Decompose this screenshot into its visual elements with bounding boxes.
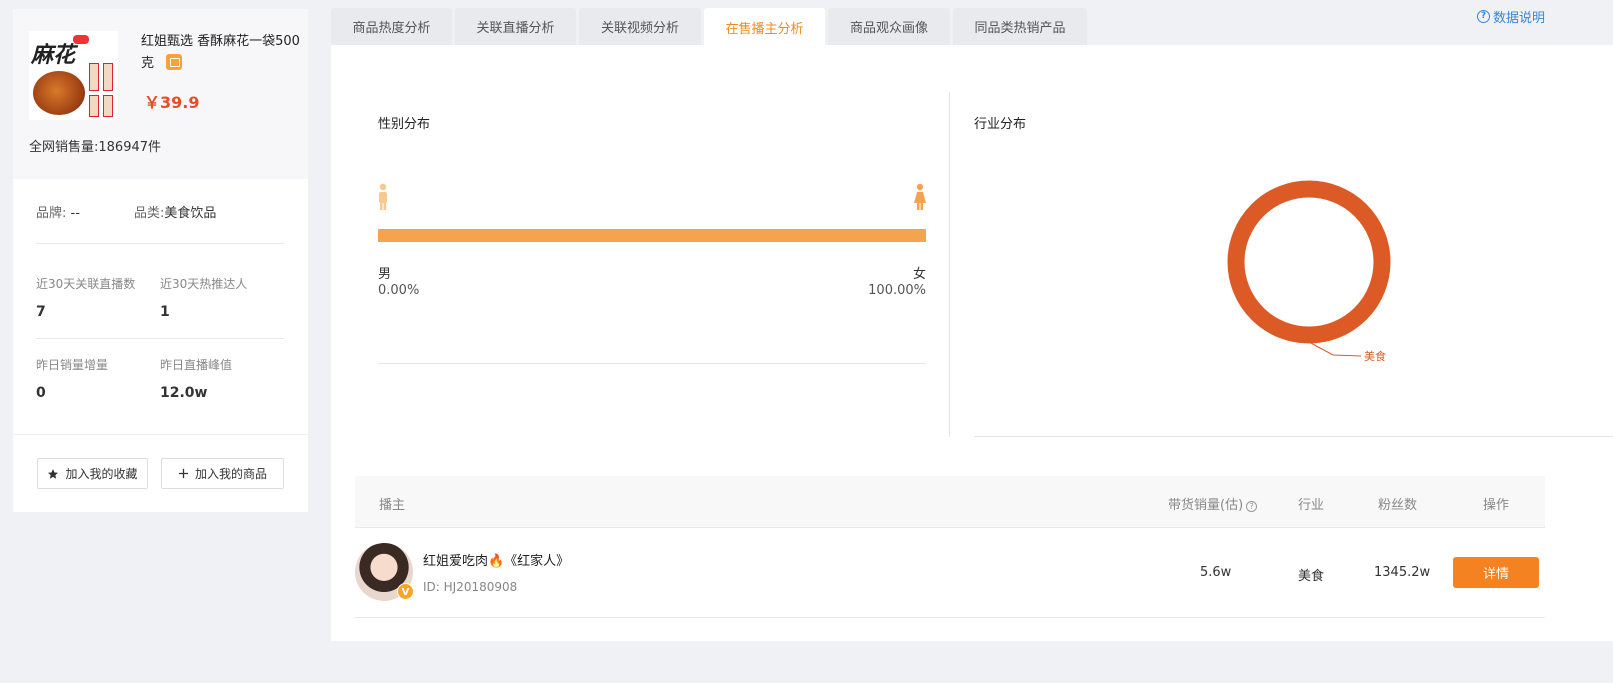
col-fans: 粉丝数 [1378,498,1418,513]
male-icon [379,183,387,210]
total-sales: 全网销售量:186947件 [29,136,161,155]
brand-value: -- [70,206,80,221]
stat-hot-influencers-value: 1 [160,304,170,320]
col-sales: 带货销量(估)? [1168,494,1258,513]
tab-live-analysis[interactable]: 关联直播分析 [455,8,576,45]
female-percent: 100.00% [868,283,926,298]
anchor-fans: 1345.2w [1374,565,1431,580]
stat-live-count-label: 近30天关联直播数 [36,277,136,291]
female-icon [914,183,926,210]
detail-button[interactable]: 详情 [1453,557,1539,588]
male-label: 男 [378,267,392,282]
product-summary: 麻花 红姐甄选 香酥麻花一袋500克 ￥39.9 全网销售量:186947件 [13,9,308,179]
brand-label: 品牌: [36,206,67,221]
gender-title: 性别分布 [378,117,431,132]
stat-sales-increase-value: 0 [36,385,46,401]
total-sales-label: 全网销售量: [29,140,99,155]
product-image-logo: 麻花 [31,42,76,68]
star-icon [48,468,59,479]
tab-video-analysis[interactable]: 关联视频分析 [579,8,701,45]
industry-leader-line [1308,341,1362,357]
add-product-label: 加入我的商品 [194,467,267,481]
question-icon[interactable]: ? [1246,501,1258,512]
industry-slice-label: 美食 [1364,349,1386,363]
male-percent: 0.00% [378,283,420,298]
divider [378,363,926,364]
tab-heat-analysis[interactable]: 商品热度分析 [331,8,452,45]
divider [13,434,308,435]
stat-live-peak-value: 12.0w [160,385,208,401]
industry-title: 行业分布 [974,117,1027,132]
add-product-button[interactable]: 加入我的商品 [161,458,284,489]
brand-meta: 品牌: -- [36,202,80,221]
divider [36,243,284,244]
question-icon: ? [1477,10,1490,23]
total-sales-value: 186947件 [98,140,162,155]
col-industry: 行业 [1298,498,1325,513]
female-label: 女 [912,267,926,282]
plus-icon [178,468,189,479]
product-name[interactable]: 红姐甄选 香酥麻花一袋500克 [141,31,301,75]
col-sales-label: 带货销量(估) [1168,498,1244,513]
tab-audience-portrait[interactable]: 商品观众画像 [828,8,950,45]
stat-sales-increase-label: 昨日销量增量 [36,358,109,372]
gender-distribution-bar [378,229,926,242]
section-divider [949,92,950,437]
data-help-label: 数据说明 [1493,11,1546,26]
category-meta: 品类:美食饮品 [134,202,216,221]
table-row: V 红姐爱吃肉🔥《红家人》 ID: HJ20180908 5.6w 美食 134… [355,528,1545,618]
product-details: 品牌: -- 品类:美食饮品 近30天关联直播数 7 近30天热推达人 1 昨日… [13,179,308,512]
product-price: ￥39.9 [144,93,200,112]
col-anchor: 播主 [379,498,406,513]
add-favorite-label: 加入我的收藏 [65,467,138,481]
product-image-badge [73,35,89,44]
tab-similar-products[interactable]: 同品类热销产品 [953,8,1087,45]
product-image-food [33,71,85,115]
divider [36,338,284,339]
product-image[interactable]: 麻花 [29,31,118,120]
table-header: 播主 带货销量(估)? 行业 粉丝数 操作 [355,476,1545,528]
product-name-text: 红姐甄选 香酥麻花一袋500克 [141,34,300,71]
add-favorite-button[interactable]: 加入我的收藏 [37,458,148,489]
verified-icon: V [397,583,414,600]
tab-seller-analysis[interactable]: 在售播主分析 [704,8,825,46]
category-value: 美食饮品 [164,206,217,221]
category-label: 品类: [134,206,165,221]
divider [974,436,1613,437]
industry-donut-chart: 美食 [1227,180,1391,363]
main-panel: 性别分布 男 0.00% 女 100.00% 行业分布 美食 播主 带货销量(估… [331,45,1613,641]
stat-live-count-value: 7 [36,304,46,320]
anchor-id: ID: HJ20180908 [423,580,518,594]
industry-slice-food [1227,180,1391,344]
stat-live-peak-label: 昨日直播峰值 [160,358,233,372]
anchor-sales: 5.6w [1200,565,1232,580]
shop-icon[interactable] [166,54,183,70]
anchor-name[interactable]: 红姐爱吃肉🔥《红家人》 [423,550,569,569]
anchor-industry: 美食 [1298,569,1325,584]
stat-hot-influencers-label: 近30天热推达人 [160,277,248,291]
data-help-link[interactable]: ? 数据说明 [1477,7,1545,26]
col-action: 操作 [1483,498,1510,513]
